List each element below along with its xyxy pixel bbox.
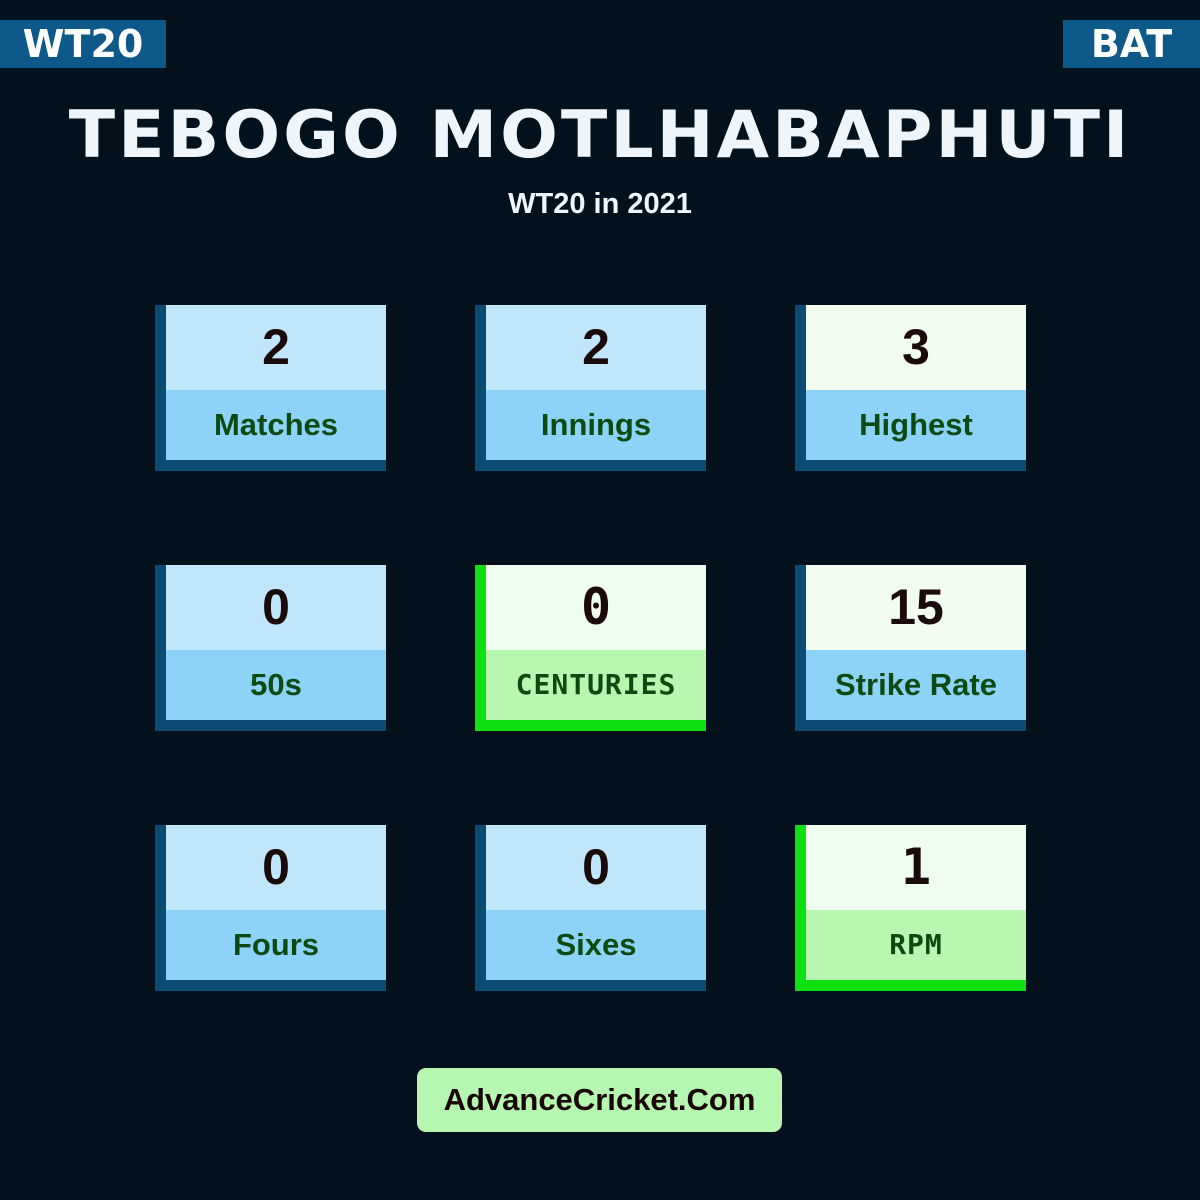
stat-value: 2 bbox=[486, 305, 706, 390]
stat-value: 15 bbox=[806, 565, 1026, 650]
player-name: TEBOGO MOTLHABAPHUTI bbox=[68, 98, 1132, 174]
page-subtitle: WT20 in 2021 bbox=[508, 188, 692, 220]
stat-label: Highest bbox=[806, 390, 1026, 460]
stat-card-centuries: 0 CENTURIES bbox=[475, 565, 706, 731]
stat-label: Sixes bbox=[486, 910, 706, 980]
stat-value: 0 bbox=[486, 825, 706, 910]
stat-value: 0 bbox=[166, 825, 386, 910]
stat-label: RPM bbox=[806, 910, 1026, 980]
stat-card-sixes: 0 Sixes bbox=[475, 825, 706, 991]
stat-card-rpm: 1 RPM bbox=[795, 825, 1026, 991]
stat-label: 50s bbox=[166, 650, 386, 720]
stat-value: 3 bbox=[806, 305, 1026, 390]
stat-value: 2 bbox=[166, 305, 386, 390]
stat-value: 0 bbox=[486, 565, 706, 650]
site-link[interactable]: AdvanceCricket.Com bbox=[417, 1068, 782, 1132]
stat-value: 0 bbox=[166, 565, 386, 650]
stat-label: Innings bbox=[486, 390, 706, 460]
stat-value: 1 bbox=[806, 825, 1026, 910]
stat-label: Matches bbox=[166, 390, 386, 460]
stat-label: Fours bbox=[166, 910, 386, 980]
role-badge: BAT bbox=[1063, 20, 1200, 68]
stat-card-fours: 0 Fours bbox=[155, 825, 386, 991]
stat-label: Strike Rate bbox=[806, 650, 1026, 720]
stat-card-50s: 0 50s bbox=[155, 565, 386, 731]
stat-card-matches: 2 Matches bbox=[155, 305, 386, 471]
stat-card-highest: 3 Highest bbox=[795, 305, 1026, 471]
format-badge: WT20 bbox=[0, 20, 166, 68]
stat-card-innings: 2 Innings bbox=[475, 305, 706, 471]
stat-label: CENTURIES bbox=[486, 650, 706, 720]
stat-card-strike-rate: 15 Strike Rate bbox=[795, 565, 1026, 731]
